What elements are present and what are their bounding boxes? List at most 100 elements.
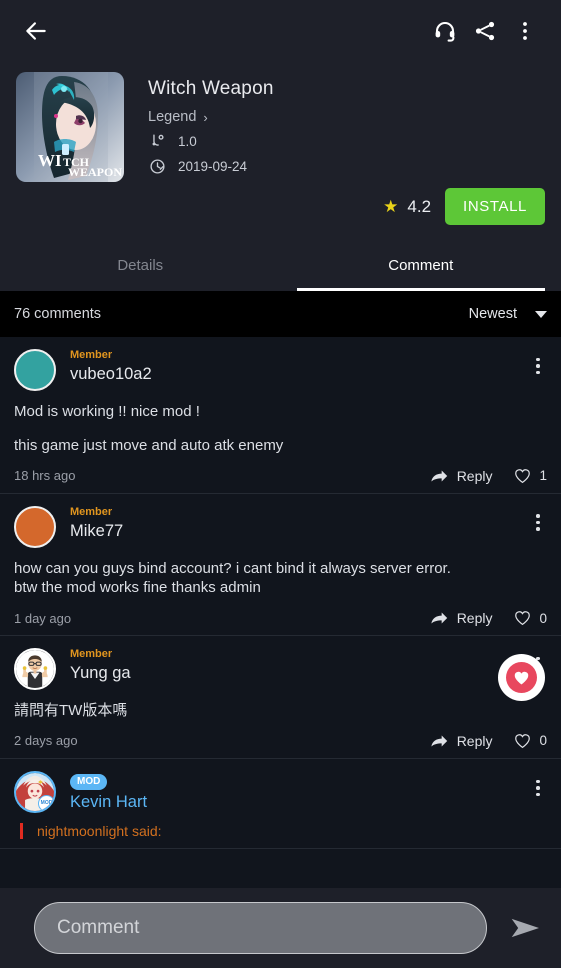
like-button[interactable]: 1 <box>514 468 547 484</box>
developer-name: Legend <box>148 109 197 125</box>
like-popup-button[interactable] <box>498 654 545 702</box>
sort-label: Newest <box>468 306 517 322</box>
mod-badge: MOD <box>70 773 108 790</box>
app-info-section: WI TCH WEAPON Witch Weapon Legend › 1.0 … <box>0 62 561 182</box>
version-value: 1.0 <box>178 134 197 149</box>
share-button[interactable] <box>465 11 505 51</box>
comment-text-line: Mod is working !! nice mod ! <box>14 403 200 420</box>
app-meta: Witch Weapon Legend › 1.0 2019-09-24 <box>124 72 545 182</box>
back-button[interactable] <box>16 11 56 51</box>
avatar[interactable] <box>14 505 56 548</box>
heart-outline-icon <box>515 611 531 626</box>
install-button[interactable]: INSTALL <box>445 188 545 225</box>
comment-body: how can you guys bind account? i cant bi… <box>14 559 547 599</box>
comment-item: Member Yung ga 請問有TW版本嗎 2 days ago Reply… <box>0 636 561 759</box>
comment-author: MOD Kevin Hart <box>56 771 547 812</box>
version-branch-icon <box>148 133 166 150</box>
avatar[interactable]: MOD <box>14 770 56 813</box>
update-clock-icon <box>148 158 166 175</box>
heart-outline-icon <box>515 468 531 483</box>
support-button[interactable] <box>425 11 465 51</box>
username[interactable]: Mike77 <box>70 522 547 541</box>
tab-bar: Details Comment <box>0 239 561 291</box>
heart-filled-icon <box>506 662 537 694</box>
tab-details[interactable]: Details <box>0 239 281 291</box>
send-button[interactable] <box>505 907 547 949</box>
comment-actions: Reply 0 <box>429 610 547 626</box>
comments-count: 76 comments <box>14 306 102 322</box>
comment-author: Member Mike77 <box>56 506 547 541</box>
reply-label: Reply <box>456 732 493 749</box>
comment-overflow-button[interactable] <box>525 508 551 538</box>
comment-item: Member Mike77 how can you guys bind acco… <box>0 494 561 637</box>
like-count: 1 <box>539 468 547 484</box>
role-badge: Member <box>70 505 113 518</box>
comment-author: Member Yung ga <box>56 648 547 683</box>
like-count: 0 <box>539 733 547 749</box>
svg-text:WEAPON: WEAPON <box>68 165 122 179</box>
version-row: 1.0 <box>148 133 545 150</box>
reply-arrow-icon <box>431 612 447 624</box>
sort-selector[interactable]: Newest <box>469 306 547 322</box>
comment-text-line: btw the mod works fine thanks admin <box>14 579 261 597</box>
quoted-block: nightmoonlight said: <box>14 822 547 839</box>
mod-sub-badge: MOD <box>38 794 54 811</box>
send-icon <box>511 918 539 938</box>
reply-label: Reply <box>456 610 493 627</box>
reply-button[interactable]: Reply <box>429 610 493 627</box>
app-icon[interactable]: WI TCH WEAPON <box>16 72 124 182</box>
comment-author: Member vubeo10a2 <box>56 349 547 384</box>
comment-item: MOD MOD Kevin Hart nightmoonlight said: <box>0 759 561 849</box>
like-count: 0 <box>539 610 547 626</box>
role-badge-wrapper: MOD <box>70 771 547 790</box>
username[interactable]: Kevin Hart <box>70 793 547 812</box>
like-button[interactable]: 0 <box>514 733 547 749</box>
app-bar <box>0 0 561 62</box>
comment-text-line: 請問有TW版本嗎 <box>14 702 128 720</box>
tab-comment[interactable]: Comment <box>281 239 561 291</box>
comment-footer: 2 days ago Reply 0 <box>14 733 547 749</box>
comment-header: Member Mike77 <box>14 505 547 548</box>
role-badge: Member <box>70 349 113 361</box>
rating-value: 4.2 <box>407 196 432 216</box>
comment-overflow-button[interactable] <box>525 351 551 381</box>
comment-actions: Reply 1 <box>429 468 547 484</box>
overflow-menu-icon <box>523 22 527 40</box>
comment-text-line: this game just move and auto atk enemy <box>14 436 284 454</box>
comment-overflow-button[interactable] <box>525 773 551 803</box>
comments-header: 76 comments Newest <box>0 291 561 337</box>
overflow-menu-button[interactable] <box>505 11 545 51</box>
comment-item: Member vubeo10a2 Mod is working !! nice … <box>0 337 561 494</box>
comment-footer: 18 hrs ago Reply 1 <box>14 468 547 484</box>
reply-arrow-icon <box>431 735 447 747</box>
share-icon <box>475 21 495 41</box>
reply-label: Reply <box>456 467 493 484</box>
svg-text:WI: WI <box>38 151 62 170</box>
comment-body: 請問有TW版本嗎 <box>14 701 547 721</box>
chevron-right-icon: › <box>203 109 208 125</box>
username[interactable]: Yung ga <box>70 664 547 683</box>
avatar[interactable] <box>14 648 56 691</box>
app-title: Witch Weapon <box>148 78 274 99</box>
avatar[interactable] <box>14 349 56 391</box>
updated-value: 2019-09-24 <box>178 159 248 174</box>
comment-input[interactable] <box>34 902 487 954</box>
developer-link[interactable]: Legend › <box>148 109 545 125</box>
reply-button[interactable]: Reply <box>429 732 493 749</box>
rating-display: ★ 4.2 <box>383 197 431 217</box>
action-row: ★ 4.2 INSTALL <box>0 182 561 239</box>
reply-arrow-icon <box>431 470 447 482</box>
comment-header: MOD MOD Kevin Hart <box>14 770 547 813</box>
timestamp: 2 days ago <box>14 733 78 749</box>
comment-footer: 1 day ago Reply 0 <box>14 610 547 626</box>
comment-header: Member vubeo10a2 <box>14 349 547 391</box>
back-arrow-icon <box>26 22 46 40</box>
username[interactable]: vubeo10a2 <box>70 365 547 384</box>
like-button[interactable]: 0 <box>514 610 547 626</box>
comment-list[interactable]: Member vubeo10a2 Mod is working !! nice … <box>0 337 561 968</box>
app-icon-artwork: WI TCH WEAPON <box>16 72 124 182</box>
chevron-down-icon <box>535 310 547 318</box>
reply-button[interactable]: Reply <box>429 467 493 484</box>
comment-composer <box>0 888 561 968</box>
quote-author: nightmoonlight said: <box>37 822 162 839</box>
